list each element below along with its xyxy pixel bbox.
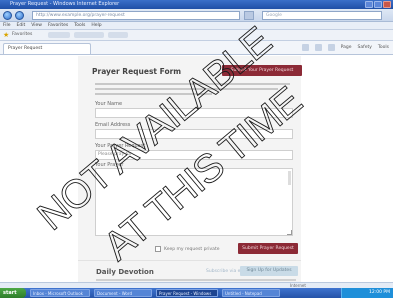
name-label: Your Name xyxy=(95,101,123,107)
text-line xyxy=(96,279,296,281)
favorite-link[interactable] xyxy=(48,32,70,38)
divider xyxy=(78,260,301,261)
name-field[interactable] xyxy=(95,108,293,118)
subscribe-button[interactable]: Sign Up for Updates xyxy=(240,266,298,276)
forward-button[interactable] xyxy=(15,11,24,20)
menu-edit[interactable]: Edit xyxy=(17,22,26,29)
menu-help[interactable]: Help xyxy=(91,22,101,29)
page-title: Prayer Request Form xyxy=(92,67,182,76)
privacy-option: Keep my request private xyxy=(155,246,219,252)
print-icon[interactable] xyxy=(327,44,335,51)
window-controls xyxy=(365,1,391,8)
menu-bar: File Edit View Favorites Tools Help xyxy=(0,22,393,30)
taskbar-item[interactable]: Inbox - Microsoft Outlook xyxy=(30,289,90,297)
menu-view[interactable]: View xyxy=(31,22,42,29)
command-page[interactable]: Page xyxy=(341,45,352,50)
prayer-textarea[interactable] xyxy=(95,168,293,236)
start-button[interactable]: start xyxy=(0,288,26,298)
section-title: Daily Devotion xyxy=(96,268,154,276)
close-button[interactable] xyxy=(383,1,391,8)
page-content: Prayer Request Form Submit Your Prayer R… xyxy=(0,56,393,282)
taskbar: start Inbox - Microsoft Outlook Document… xyxy=(0,288,393,298)
text-line xyxy=(95,83,290,85)
address-toolbar: http://www.example.org/prayer-request Go… xyxy=(0,9,393,22)
privacy-checkbox[interactable] xyxy=(155,246,161,252)
email-label: Email Address xyxy=(95,122,131,128)
menu-file[interactable]: File xyxy=(3,22,11,29)
feeds-icon[interactable] xyxy=(314,44,322,51)
favorite-link[interactable] xyxy=(74,32,104,38)
back-button[interactable] xyxy=(3,11,12,20)
url-input[interactable]: http://www.example.org/prayer-request xyxy=(32,11,240,20)
favorites-bar: ★ Favorites xyxy=(0,30,393,41)
star-icon[interactable]: ★ xyxy=(3,31,9,39)
resize-handle[interactable] xyxy=(287,230,292,235)
minimize-button[interactable] xyxy=(365,1,373,8)
command-bar: Page Safety Tools xyxy=(301,44,389,51)
command-tools[interactable]: Tools xyxy=(378,45,389,50)
submit-request-link[interactable]: Submit Your Prayer Request xyxy=(222,65,302,76)
window-title: Prayer Request - Windows Internet Explor… xyxy=(10,1,120,7)
privacy-label: Keep my request private xyxy=(164,246,220,252)
system-tray-clock: 12:00 PM xyxy=(341,288,393,298)
maximize-button[interactable] xyxy=(374,1,382,8)
intro-text xyxy=(95,83,290,98)
scrollbar[interactable] xyxy=(288,171,291,185)
search-input[interactable]: Google xyxy=(262,11,382,20)
menu-favorites[interactable]: Favorites xyxy=(48,22,68,29)
email-field[interactable] xyxy=(95,129,293,139)
window-title-bar: Prayer Request - Windows Internet Explor… xyxy=(0,0,393,9)
favorite-link[interactable] xyxy=(108,32,128,38)
request-value: Please pray for xyxy=(98,152,132,157)
tab-prayer-request[interactable]: Prayer Request xyxy=(3,43,91,54)
refresh-button[interactable] xyxy=(244,11,254,20)
taskbar-item[interactable]: Document - Word xyxy=(94,289,152,297)
favorites-label[interactable]: Favorites xyxy=(12,32,32,37)
submit-button[interactable]: Submit Prayer Request xyxy=(238,243,298,254)
tab-bar: Prayer Request Page Safety Tools xyxy=(0,41,393,55)
request-label: Your Prayer Request xyxy=(95,143,146,149)
home-icon[interactable] xyxy=(301,44,309,51)
taskbar-item-active[interactable]: Prayer Request - Windows xyxy=(156,289,218,297)
text-line xyxy=(95,93,212,95)
text-line xyxy=(95,88,279,90)
taskbar-item[interactable]: Untitled - Notepad xyxy=(222,289,280,297)
command-safety[interactable]: Safety xyxy=(358,45,372,50)
menu-tools[interactable]: Tools xyxy=(74,22,85,29)
